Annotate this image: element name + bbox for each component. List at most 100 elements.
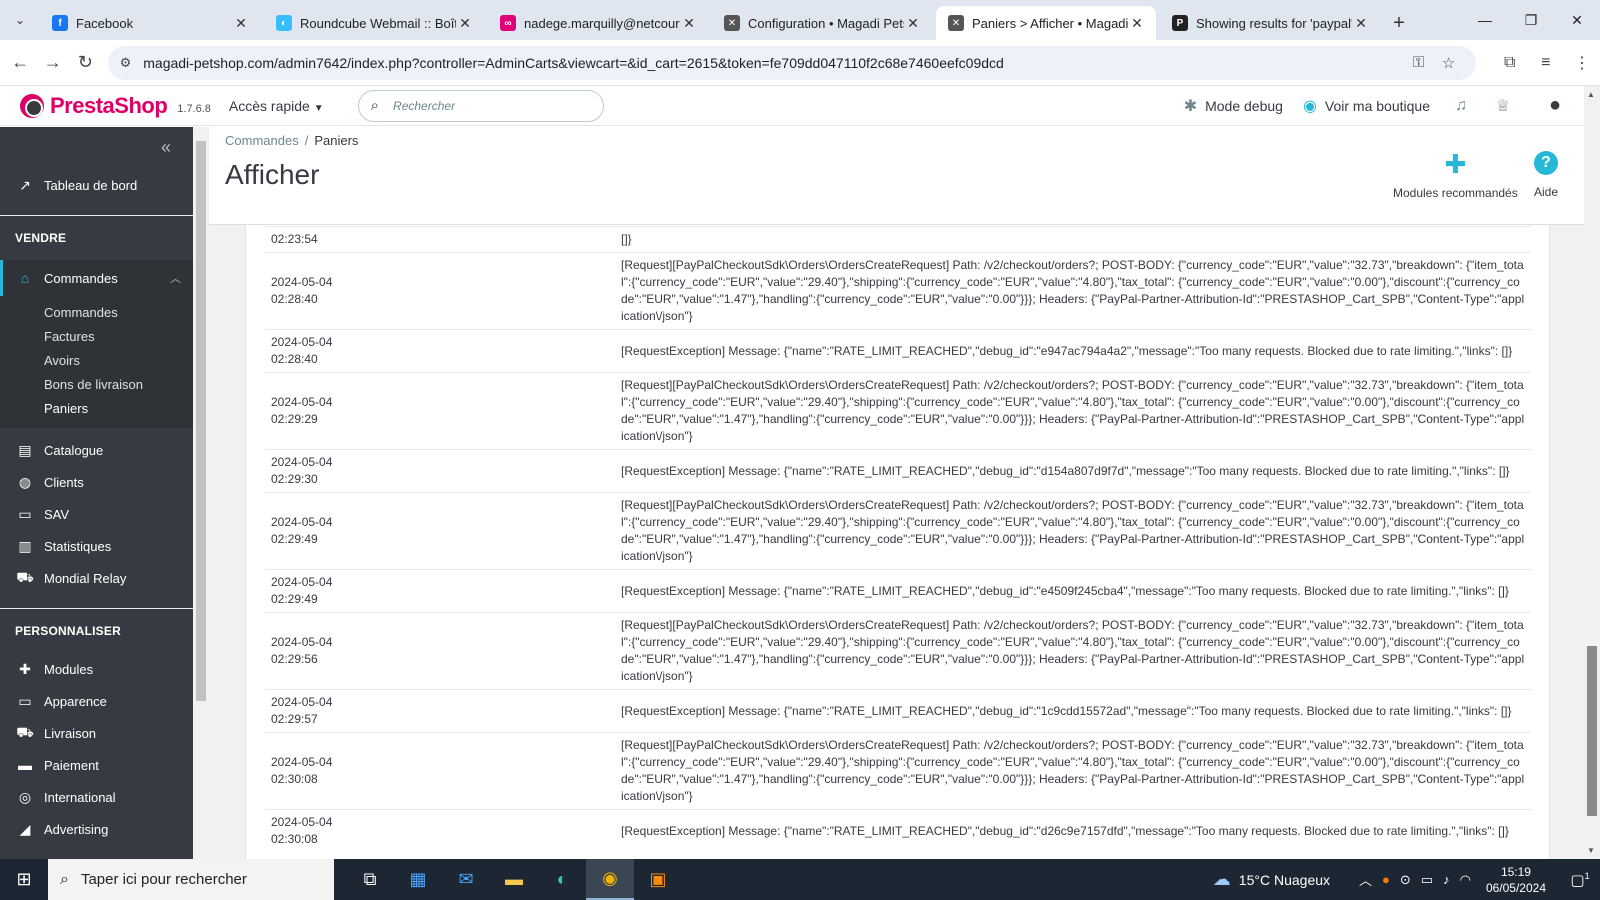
sidebar-item-dashboard[interactable]: ↗ Tableau de bord bbox=[0, 167, 193, 203]
browser-tab[interactable]: ∞ nadege.marquilly@netcourrier✕ bbox=[488, 6, 708, 40]
sidebar-subitem-carts[interactable]: Paniers bbox=[0, 396, 193, 420]
page-scrollbar[interactable]: ▲ ▼ bbox=[1584, 86, 1600, 859]
tab-list: f Facebook ✕ ◐ Roundcube Webmail :: Boîte ✕ ∞ n… bbox=[40, 0, 1384, 40]
roundcube-icon: ◐ bbox=[276, 15, 292, 31]
browser-tab[interactable]: P Showing results for 'paypal' ✕ bbox=[1160, 6, 1380, 40]
sidebar-subitem-invoices[interactable]: Factures bbox=[0, 324, 193, 348]
browser-tab[interactable]: ◐ Roundcube Webmail :: Boîte ✕ bbox=[264, 6, 484, 40]
quick-access-dropdown[interactable]: Accès rapide ▼ bbox=[229, 98, 324, 114]
search-input[interactable]: ⌕ Rechercher bbox=[357, 89, 604, 122]
windows-start-icon[interactable]: ⊞ bbox=[0, 859, 48, 900]
sidebar-scrollbar[interactable] bbox=[193, 127, 209, 859]
tab-close-icon[interactable]: ✕ bbox=[1128, 15, 1146, 32]
sidebar-label: Livraison bbox=[44, 725, 97, 741]
help-question-icon: ? bbox=[1534, 151, 1558, 175]
profile-menu-icon[interactable]: ≡ bbox=[1528, 54, 1564, 72]
weather-temperature: 15°C bbox=[1238, 871, 1271, 888]
store-app-icon[interactable]: ▦ bbox=[394, 859, 442, 900]
forward-arrow-icon[interactable]: → bbox=[37, 45, 70, 81]
puzzle-icon: ✚ bbox=[1444, 149, 1467, 179]
log-date: 2024-05-04 02:29:30 bbox=[265, 449, 615, 493]
volume-icon[interactable]: ♪ bbox=[1443, 872, 1450, 887]
sidebar-item-mondial-relay[interactable]: ⛟ Mondial Relay bbox=[0, 562, 193, 594]
account-icon[interactable]: ● bbox=[1544, 94, 1566, 117]
log-date: 2024-05-04 02:30:08 bbox=[265, 732, 615, 810]
tab-search-chevron-icon[interactable]: ⌄ bbox=[0, 0, 40, 40]
recommended-modules-button[interactable]: ✚ Modules recommandés bbox=[1393, 149, 1518, 200]
sidebar-item-orders[interactable]: ⌂ Commandes ︿ bbox=[0, 260, 193, 296]
breadcrumb-orders[interactable]: Commandes bbox=[225, 133, 299, 148]
tab-close-icon[interactable]: ✕ bbox=[232, 15, 250, 32]
store-icon: ▤ bbox=[18, 441, 32, 458]
weather-widget[interactable]: ☁ 15°C Nuageux bbox=[1213, 869, 1330, 890]
site-settings-icon[interactable]: ⚙ bbox=[120, 55, 132, 71]
new-tab-plus-icon[interactable]: + bbox=[1384, 6, 1414, 40]
url-omnibox[interactable]: ⚙ magadi-petshop.com/admin7642/index.php… bbox=[107, 45, 1476, 80]
trophy-icon[interactable]: ♕ bbox=[1492, 95, 1514, 117]
sidebar-item-shipping[interactable]: ⛟ Livraison bbox=[0, 717, 193, 749]
notification-center-icon[interactable]: ▢1 bbox=[1560, 871, 1600, 889]
reload-icon[interactable]: ↻ bbox=[69, 45, 102, 81]
password-key-icon[interactable]: ⚿ bbox=[1404, 54, 1434, 71]
url-text[interactable]: magadi-petshop.com/admin7642/index.php?c… bbox=[143, 55, 1403, 71]
bookmark-star-icon[interactable]: ☆ bbox=[1434, 54, 1464, 72]
sidebar-item-customers[interactable]: ◍ Clients bbox=[0, 466, 193, 498]
file-explorer-icon[interactable]: ▬ bbox=[490, 859, 538, 900]
browser-tab[interactable]: f Facebook ✕ bbox=[40, 6, 260, 40]
tray-chevron-up-icon[interactable]: ︿ bbox=[1359, 870, 1372, 889]
tab-close-icon[interactable]: ✕ bbox=[680, 15, 698, 32]
main-content: 02:23:54[]} 2024-05-04 02:28:40 [Request][… bbox=[209, 127, 1584, 859]
page-scroll-thumb[interactable] bbox=[1587, 646, 1597, 816]
wifi-icon[interactable]: ◠ bbox=[1460, 872, 1471, 888]
tray-network-icon[interactable]: ⊙ bbox=[1400, 872, 1411, 888]
battery-icon[interactable]: ▭ bbox=[1421, 872, 1433, 888]
minimize-icon[interactable]: — bbox=[1462, 0, 1508, 40]
sidebar-item-advertising[interactable]: ◢ Advertising bbox=[0, 813, 193, 845]
extensions-puzzle-icon[interactable]: ⧉ bbox=[1492, 54, 1528, 72]
collapse-sidebar-icon[interactable]: « bbox=[0, 127, 193, 167]
sidebar-item-appearance[interactable]: ▭ Apparence bbox=[0, 685, 193, 717]
sidebar-label: Commandes bbox=[44, 270, 118, 286]
clock[interactable]: 15:19 06/05/2024 bbox=[1486, 864, 1546, 896]
browser-tab[interactable]: ✕Paniers > Afficher • Magadi Petshop✕ bbox=[936, 6, 1156, 40]
studio-app-icon[interactable]: ▣ bbox=[634, 859, 682, 900]
sidebar-item-international[interactable]: ◎ International bbox=[0, 781, 193, 813]
tab-close-icon[interactable]: ✕ bbox=[1352, 15, 1370, 32]
taskbar-search-input[interactable]: ⌕ Taper ici pour rechercher bbox=[48, 859, 334, 900]
close-window-icon[interactable]: ✕ bbox=[1554, 0, 1600, 40]
sidebar-item-catalog[interactable]: ▤ Catalogue bbox=[0, 434, 193, 466]
sidebar-item-payment[interactable]: ▬ Paiement bbox=[0, 749, 193, 781]
task-view-icon[interactable]: ⧉ bbox=[346, 859, 394, 900]
help-button[interactable]: ? Aide bbox=[1531, 149, 1561, 199]
sidebar-label: Catalogue bbox=[44, 442, 104, 458]
tab-close-icon[interactable]: ✕ bbox=[904, 15, 922, 32]
sidebar-label: SAV bbox=[44, 506, 70, 522]
system-tray: ☁ 15°C Nuageux ︿ ● ⊙ ▭ ♪ ◠ 15:19 06/05/2… bbox=[1213, 864, 1600, 896]
sidebar-item-customer-service[interactable]: ▭ SAV bbox=[0, 498, 193, 530]
bell-icon[interactable]: ♫ bbox=[1450, 95, 1472, 117]
sidebar-subitem-credit-slips[interactable]: Avoirs bbox=[0, 348, 193, 372]
debug-mode-link[interactable]: ✱ Mode debug bbox=[1184, 96, 1283, 116]
sidebar-item-stats[interactable]: ▥ Statistiques bbox=[0, 530, 193, 562]
breadcrumb-carts[interactable]: Paniers bbox=[314, 133, 358, 148]
sidebar-subitem-orders[interactable]: Commandes bbox=[0, 300, 193, 324]
tab-close-icon[interactable]: ✕ bbox=[456, 15, 474, 32]
browser-menu-dots-icon[interactable]: ⋮ bbox=[1564, 53, 1600, 73]
browser-tab[interactable]: ✕Configuration • Magadi Petshop✕ bbox=[712, 6, 932, 40]
sidebar-scroll-thumb[interactable] bbox=[196, 141, 206, 701]
mail-app-icon[interactable]: ✉ bbox=[442, 859, 490, 900]
maximize-icon[interactable]: ❐ bbox=[1508, 0, 1554, 40]
scroll-down-icon[interactable]: ▼ bbox=[1587, 846, 1595, 855]
edge-browser-icon[interactable]: ◐ bbox=[538, 859, 586, 900]
sidebar-subitem-delivery-slips[interactable]: Bons de livraison bbox=[0, 372, 193, 396]
view-shop-link[interactable]: ◉ Voir ma boutique bbox=[1303, 96, 1430, 116]
log-date: 2024-05-04 02:29:29 bbox=[265, 372, 615, 450]
table-row: 2024-05-04 02:28:40 [Request][PayPalCheck… bbox=[265, 252, 1531, 330]
chrome-browser-icon[interactable]: ◉ bbox=[586, 859, 634, 900]
scroll-up-icon[interactable]: ▲ bbox=[1587, 90, 1595, 99]
prestashop-icon: ✕ bbox=[948, 15, 964, 31]
back-arrow-icon[interactable]: ← bbox=[4, 45, 37, 81]
sidebar-item-modules[interactable]: ✚ Modules bbox=[0, 653, 193, 685]
tray-app-icon[interactable]: ● bbox=[1382, 872, 1390, 887]
prestashop-logo[interactable]: PrestaShop bbox=[20, 93, 168, 119]
